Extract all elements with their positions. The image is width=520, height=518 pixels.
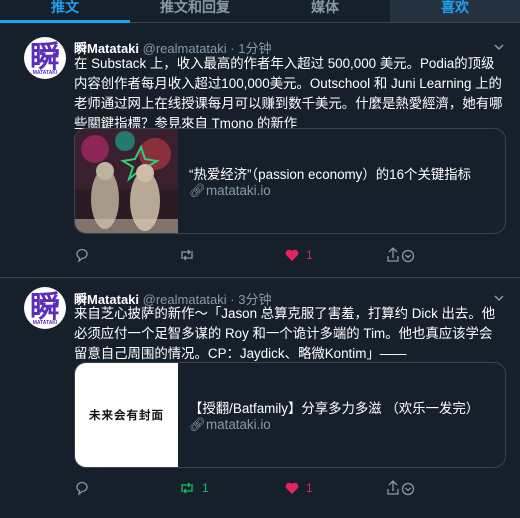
tweet[interactable]: 瞬 MATATAKI 瞬Matataki @realmatataki · 1分钟… <box>0 23 520 277</box>
retweet-button[interactable] <box>178 246 202 264</box>
reply-icon <box>76 481 88 496</box>
card-thumbnail: 未来会有封面 <box>75 363 178 467</box>
avatar[interactable]: 瞬 MATATAKI <box>24 287 66 329</box>
tweet-actions: 1 <box>74 246 504 264</box>
link-card[interactable]: “热爱经济”（passion economy）的16个关键指标 🔗︎matata… <box>74 128 506 234</box>
card-thumbnail <box>75 129 178 233</box>
share-button[interactable] <box>386 479 416 497</box>
card-domain: 🔗︎matataki.io <box>189 417 271 432</box>
card-domain: 🔗︎matataki.io <box>189 183 271 198</box>
avatar-subtext: MATATAKI <box>32 320 58 326</box>
retweet-button[interactable]: 1 <box>178 479 209 497</box>
tweet-text: 来自芝心披萨的新作～「Jason 总算克服了害羞，打算约 Dick 出去。他必须… <box>74 306 496 361</box>
like-button[interactable]: 1 <box>284 246 313 264</box>
tweet[interactable]: 瞬 MATATAKI 瞬Matataki @realmatataki · 3分钟… <box>0 278 520 518</box>
heart-icon <box>285 249 299 261</box>
avatar-glyph: 瞬 <box>30 40 60 75</box>
link-icon: 🔗︎ <box>189 417 206 432</box>
tab-tweets-and-replies[interactable]: 推文和回复 <box>130 0 260 22</box>
share-button[interactable] <box>386 246 416 264</box>
tab-media[interactable]: 媒体 <box>260 0 390 22</box>
tab-tweets[interactable]: 推文 <box>0 0 130 22</box>
card-thumbnail-text: 未来会有封面 <box>89 410 164 422</box>
like-button[interactable]: 1 <box>284 479 313 497</box>
link-icon: 🔗︎ <box>189 183 206 198</box>
avatar-subtext: MATATAKI <box>32 70 58 76</box>
tweet-actions: 1 1 <box>74 479 504 497</box>
tab-likes[interactable]: 喜欢 <box>390 0 520 22</box>
retweet-icon <box>181 249 193 261</box>
heart-icon <box>285 482 299 494</box>
share-icon <box>387 480 415 496</box>
reply-button[interactable] <box>74 479 96 497</box>
avatar[interactable]: 瞬 MATATAKI <box>24 37 66 79</box>
card-title: 【授翻/Batfamily】分享多力多滋 （欢乐一发完） <box>189 401 480 416</box>
reply-button[interactable] <box>74 246 96 264</box>
link-card[interactable]: 未来会有封面 【授翻/Batfamily】分享多力多滋 （欢乐一发完） 🔗︎ma… <box>74 362 506 468</box>
card-title: “热爱经济”（passion economy）的16个关键指标 <box>189 167 472 182</box>
avatar-glyph: 瞬 <box>30 290 60 325</box>
chevron-down-icon[interactable] <box>494 42 504 52</box>
share-icon <box>387 247 415 263</box>
retweet-icon <box>181 482 193 494</box>
tweet-text: 在 Substack 上，收入最高的作者年入超过 500,000 美元。Podi… <box>74 56 503 131</box>
reply-icon <box>76 248 88 263</box>
chevron-down-icon[interactable] <box>494 293 504 303</box>
